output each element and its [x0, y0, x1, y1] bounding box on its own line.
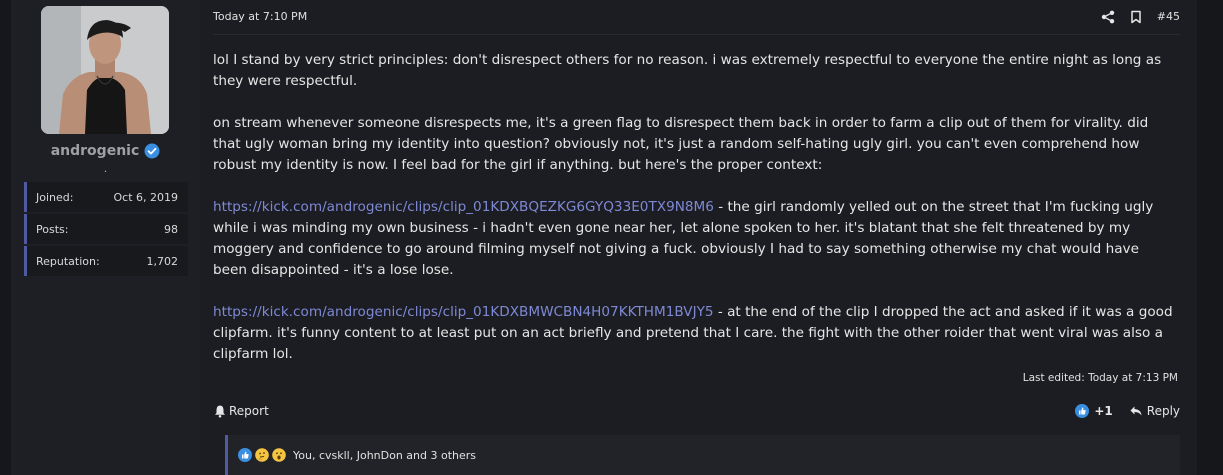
clip-link[interactable]: https://kick.com/androgenic/clips/clip_0… [213, 304, 714, 320]
header-divider [213, 34, 1180, 35]
reaction-score-value: +1 [1094, 404, 1113, 418]
reply-button[interactable]: Reply [1129, 404, 1180, 418]
stat-value[interactable]: 98 [164, 223, 178, 236]
post-paragraph: on stream whenever someone disrespects m… [213, 115, 1149, 173]
verified-badge-icon [144, 143, 160, 159]
post-number[interactable]: #45 [1157, 10, 1180, 23]
username-row: androgenic [11, 143, 200, 159]
post-body: lol I stand by very strict principles: d… [213, 50, 1173, 386]
share-icon[interactable] [1101, 9, 1115, 24]
surprised-emoji-icon [272, 448, 286, 462]
report-label: Report [229, 404, 269, 418]
like-icon [1075, 404, 1090, 418]
user-title: . [103, 162, 108, 175]
stat-value: 1,702 [146, 254, 179, 268]
stat-posts: Posts: 98 [24, 214, 188, 244]
stat-label: Posts: [36, 222, 69, 236]
avatar-image [41, 6, 169, 134]
like-emoji-icon [238, 448, 252, 462]
stat-value: Oct 6, 2019 [113, 190, 178, 204]
post-timestamp[interactable]: Today at 7:10 PM [213, 10, 307, 23]
scrollbar[interactable] [1207, 0, 1223, 475]
last-edited: Last edited: Today at 7:13 PM [1022, 372, 1178, 384]
post-paragraph: https://kick.com/androgenic/clips/clip_0… [213, 302, 1173, 365]
avatar[interactable] [41, 6, 169, 134]
user-panel: androgenic . Joined: Oct 6, 2019 Posts: … [11, 0, 200, 475]
reaction-score[interactable]: +1 [1075, 404, 1113, 418]
reactions-summary[interactable]: You, cvskll, JohnDon and 3 others [293, 449, 476, 462]
bell-icon [213, 404, 227, 418]
user-stats: Joined: Oct 6, 2019 Posts: 98 Reputation… [24, 182, 188, 278]
stat-joined: Joined: Oct 6, 2019 [24, 182, 188, 212]
reply-icon [1129, 404, 1143, 418]
stat-label: Reputation: [36, 254, 100, 268]
bookmark-icon[interactable] [1129, 9, 1143, 24]
post-footer: Report +1 Reply [213, 402, 1180, 420]
stat-reputation: Reputation: 1,702 [24, 246, 188, 276]
post-header: Today at 7:10 PM #45 [213, 9, 1180, 24]
username[interactable]: androgenic [51, 143, 140, 159]
report-button[interactable]: Report [213, 404, 269, 418]
thinking-emoji-icon [255, 448, 269, 462]
clip-link[interactable]: https://kick.com/androgenic/clips/clip_0… [213, 199, 714, 215]
post-main: Today at 7:10 PM #45 lol I stand by very… [200, 0, 1197, 475]
forum-post: androgenic . Joined: Oct 6, 2019 Posts: … [11, 0, 1197, 475]
stat-label: Joined: [36, 190, 74, 204]
reply-label: Reply [1146, 404, 1180, 418]
footer-actions: +1 Reply [1075, 404, 1180, 418]
post-paragraph: https://kick.com/androgenic/clips/clip_0… [213, 197, 1173, 281]
post-paragraph: lol I stand by very strict principles: d… [213, 52, 1162, 89]
page: androgenic . Joined: Oct 6, 2019 Posts: … [0, 0, 1223, 475]
post-header-actions: #45 [1101, 9, 1180, 24]
reactions-bar[interactable]: You, cvskll, JohnDon and 3 others [225, 435, 1180, 475]
